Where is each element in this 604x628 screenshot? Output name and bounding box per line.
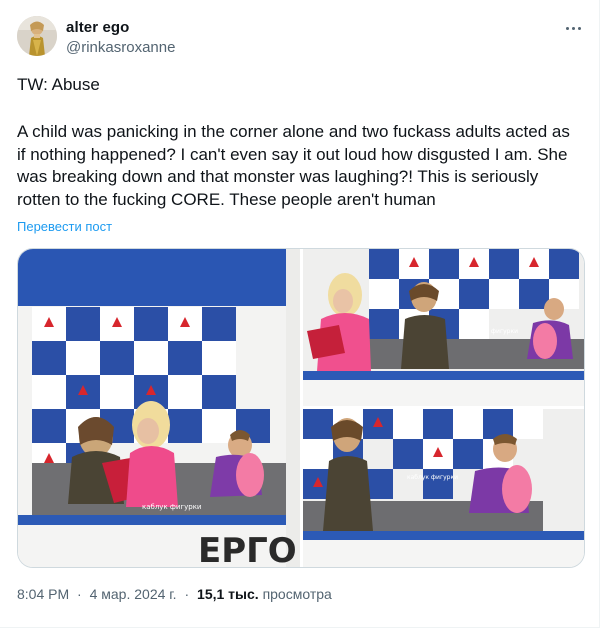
banner-text: ЕРГО: [198, 531, 297, 567]
separator: ·: [77, 586, 82, 602]
photo-top-right-image: каблук фигурки: [303, 249, 584, 406]
avatar-image: [17, 16, 57, 56]
watermark: каблук фигурки: [407, 474, 458, 481]
media-grid: ЕРГО каблук фигурки каблук фигурки каблу…: [17, 248, 585, 568]
tweet-body: A child was panicking in the corner alon…: [17, 122, 570, 209]
display-name[interactable]: alter ego: [66, 19, 129, 36]
views-count: 15,1 тыс.: [197, 586, 259, 602]
photo-main-image: ЕРГО каблук фигурки: [18, 249, 300, 567]
frame-divider: [599, 0, 600, 628]
translate-link[interactable]: Перевести пост: [17, 219, 112, 234]
photo-top-right[interactable]: каблук фигурки: [303, 249, 584, 406]
watermark: каблук фигурки: [142, 503, 201, 511]
watermark: каблук фигурки: [467, 328, 518, 335]
user-handle[interactable]: @rinkasroxanne: [66, 39, 175, 56]
trigger-warning-text: TW: Abuse: [17, 75, 100, 94]
photo-bottom-right[interactable]: каблук фигурки: [303, 409, 584, 567]
photo-main[interactable]: ЕРГО каблук фигурки: [18, 249, 300, 567]
tweet-date[interactable]: 4 мар. 2024 г.: [90, 586, 177, 602]
more-horizontal-icon[interactable]: [561, 18, 587, 38]
photo-bottom-right-image: каблук фигурки: [303, 409, 584, 567]
more-dot: [572, 27, 575, 30]
tweet-meta: 8:04 PM · 4 мар. 2024 г. · 15,1 тыс. про…: [17, 586, 332, 602]
more-dot: [566, 27, 569, 30]
views-label: просмотра: [262, 586, 332, 602]
tweet-time[interactable]: 8:04 PM: [17, 586, 69, 602]
avatar[interactable]: [17, 16, 57, 56]
tweet-header: alter ego @rinkasroxanne: [0, 0, 600, 72]
separator: ·: [184, 586, 190, 602]
more-dot: [578, 27, 581, 30]
